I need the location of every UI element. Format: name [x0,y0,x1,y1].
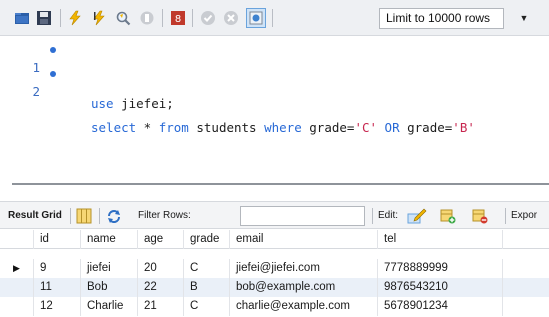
autocommit-icon[interactable] [246,8,266,28]
line-number: 2 [32,84,40,99]
cell-tel[interactable]: 7778889999 [378,259,503,278]
limit-rows-select[interactable]: Limit to 10000 rows [379,8,504,29]
svg-text:8: 8 [175,14,181,25]
sql-editor-toolbar: 8 Limit to 10000 rows ▼ [0,0,549,36]
cell-grade[interactable]: C [184,259,230,278]
toolbar-separator [505,208,506,224]
cell-email[interactable]: bob@example.com [230,278,378,297]
filter-rows-input[interactable] [240,206,365,226]
toolbar-separator [70,208,71,224]
export-label[interactable]: Expor [511,209,537,223]
cell-tel[interactable]: 5678901234 [378,297,503,316]
execute-icon[interactable] [67,10,83,26]
cell-email[interactable]: charlie@example.com [230,297,378,316]
column-header-tel[interactable]: tel [378,230,503,249]
cell-name[interactable]: jiefei [81,259,138,278]
limit-rows-label: Limit to 10000 rows [386,11,491,25]
column-header-name[interactable]: name [81,230,138,249]
edit-label: Edit: [378,210,399,221]
row-marker-header [0,230,34,249]
stop-on-error-icon[interactable]: 8 [170,10,186,26]
chevron-down-icon[interactable]: ▼ [514,8,534,29]
selected-row-icon: ▶ [0,259,34,278]
toolbar-separator [162,9,163,27]
cell-name[interactable]: Charlie [81,297,138,316]
toolbar-separator [192,9,193,27]
row-marker [0,297,34,316]
code-text[interactable]: select * from students where grade='C' O… [91,119,475,137]
grid-header-row: id name age grade email tel [0,230,549,249]
cell-grade[interactable]: B [184,278,230,297]
table-row[interactable]: 12 Charlie 21 C charlie@example.com 5678… [0,297,549,316]
grid-view-icon[interactable] [76,208,92,224]
execute-cursor-icon[interactable] [91,10,107,26]
cell-grade[interactable]: C [184,297,230,316]
cell-tel[interactable]: 9876543210 [378,278,503,297]
column-header-grade[interactable]: grade [184,230,230,249]
explain-icon[interactable] [115,10,131,26]
cell-id[interactable]: 11 [34,278,81,297]
cell-age[interactable]: 22 [138,278,184,297]
code-line-2: 2 select * from students where grade='C'… [0,65,549,135]
row-marker [0,278,34,297]
cell-age[interactable]: 21 [138,297,184,316]
cell-email[interactable]: jiefei@jiefei.com [230,259,378,278]
cell-name[interactable]: Bob [81,278,138,297]
column-header-id[interactable]: id [34,230,81,249]
stop-icon[interactable] [139,10,155,26]
code-line-1: 1 use jiefei; [0,41,549,111]
save-icon[interactable] [36,10,52,26]
filter-rows-label: Filter Rows: [138,210,191,221]
cell-id[interactable]: 9 [34,259,81,278]
cell-id[interactable]: 12 [34,297,81,316]
column-header-age[interactable]: age [138,230,184,249]
result-grid-tab[interactable]: Result Grid [8,209,62,223]
result-toolbar: Result Grid Filter Rows: Edit: Expor [0,201,549,229]
panel-splitter[interactable] [12,183,549,185]
commit-icon[interactable] [200,10,216,26]
toolbar-separator [372,208,373,224]
statement-marker-icon [50,71,56,77]
table-row[interactable]: 11 Bob 22 B bob@example.com 9876543210 [0,278,549,297]
refresh-icon[interactable] [106,208,122,224]
open-folder-icon[interactable] [14,10,30,26]
delete-row-icon[interactable] [472,208,488,224]
rollback-icon[interactable] [223,10,239,26]
toolbar-separator [60,9,61,27]
cell-age[interactable]: 20 [138,259,184,278]
statement-marker-icon [50,47,56,53]
edit-row-icon[interactable] [407,208,427,224]
toolbar-separator [99,208,100,224]
toolbar-separator [272,9,273,27]
code-text[interactable]: use jiefei; [91,95,174,113]
add-row-icon[interactable] [440,208,456,224]
sql-editor[interactable]: 1 use jiefei; 2 select * from students w… [0,37,549,173]
column-header-email[interactable]: email [230,230,378,249]
table-row[interactable]: ▶ 9 jiefei 20 C jiefei@jiefei.com 777888… [0,259,549,278]
